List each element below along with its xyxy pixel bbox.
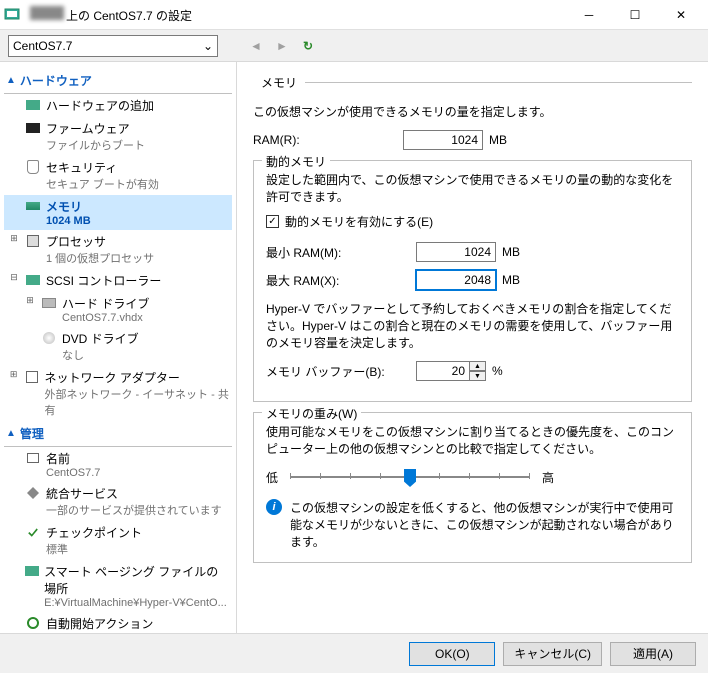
sidebar-item-add-hardware[interactable]: ハードウェアの追加 (4, 94, 232, 117)
buffer-spinner[interactable]: ▲▼ (416, 361, 486, 381)
cpu-icon (24, 233, 42, 249)
collapse-icon[interactable]: ⊟ (8, 272, 20, 283)
min-ram-input[interactable] (416, 242, 496, 262)
scsi-icon (24, 272, 42, 288)
apply-button[interactable]: 適用(A) (610, 642, 696, 666)
minimize-button[interactable]: ─ (566, 0, 612, 30)
expand-icon[interactable]: ⊞ (24, 295, 36, 306)
section-management[interactable]: ▲ 管理 (4, 421, 232, 447)
hdd-icon (40, 295, 58, 311)
slider-high-label: 高 (542, 469, 554, 486)
sidebar-item-scsi[interactable]: ⊟ SCSI コントローラー (4, 269, 232, 292)
titlebar: 上の CentOS7.7 の設定 ─ ☐ ✕ (0, 0, 708, 30)
nav-forward-button[interactable]: ► (272, 36, 292, 56)
nav-back-button[interactable]: ◄ (246, 36, 266, 56)
sidebar-item-security[interactable]: セキュリティセキュア ブートが有効 (4, 156, 232, 195)
firmware-icon (24, 120, 42, 136)
sidebar-item-autostart[interactable]: 自動開始アクション前に実行されていた場合に再開 (4, 612, 232, 633)
ok-button[interactable]: OK(O) (409, 642, 495, 666)
max-ram-label: 最大 RAM(X): (266, 272, 416, 289)
sidebar-item-hdd[interactable]: ⊞ ハード ドライブCentOS7.7.vhdx (4, 292, 232, 327)
buffer-label: メモリ バッファー(B): (266, 363, 416, 380)
slider-thumb[interactable] (404, 469, 416, 487)
slider-low-label: 低 (266, 469, 278, 486)
memory-weight-info: この仮想マシンの設定を低くすると、他の仮想マシンが実行中で使用可能なメモリが少な… (290, 499, 679, 550)
shield-icon (24, 159, 42, 175)
maximize-button[interactable]: ☐ (612, 0, 658, 30)
toolbar: CentOS7.7 ⌄ ◄ ► ↻ (0, 30, 708, 62)
memory-weight-legend: メモリの重み(W) (262, 405, 361, 422)
section-hardware[interactable]: ▲ ハードウェア (4, 68, 232, 94)
sidebar-item-network[interactable]: ⊞ ネットワーク アダプター外部ネットワーク - イーサネット - 共有 (4, 366, 232, 421)
memory-weight-group: メモリの重み(W) 使用可能なメモリをこの仮想マシンに割り当てるときの優先度を、… (253, 412, 692, 563)
paging-icon (23, 563, 40, 579)
sidebar-item-processor[interactable]: ⊞ プロセッサ1 個の仮想プロセッサ (4, 230, 232, 269)
ram-label: RAM(R): (253, 133, 403, 147)
dynamic-memory-desc: 設定した範囲内で、この仮想マシンで使用できるメモリの量の動的な変化を許可できます… (266, 171, 679, 205)
name-icon (24, 450, 42, 466)
dvd-icon (40, 330, 58, 346)
dynamic-memory-legend: 動的メモリ (262, 153, 330, 170)
ram-unit: MB (489, 133, 507, 147)
spinner-down[interactable]: ▼ (470, 371, 486, 381)
sidebar-item-name[interactable]: 名前CentOS7.7 (4, 447, 232, 482)
close-button[interactable]: ✕ (658, 0, 704, 30)
panel-description: この仮想マシンが使用できるメモリの量を指定します。 (253, 103, 692, 120)
memory-weight-slider[interactable] (290, 465, 530, 489)
dynamic-memory-group: 動的メモリ 設定した範囲内で、この仮想マシンで使用できるメモリの量の動的な変化を… (253, 160, 692, 402)
sidebar-item-integration[interactable]: 統合サービス一部のサービスが提供されています (4, 482, 232, 521)
memory-icon (24, 198, 42, 214)
buffer-input[interactable] (416, 361, 470, 381)
footer: OK(O) キャンセル(C) 適用(A) (0, 633, 708, 673)
vm-selector[interactable]: CentOS7.7 ⌄ (8, 35, 218, 57)
spinner-up[interactable]: ▲ (470, 361, 486, 371)
sidebar: ▲ ハードウェア ハードウェアの追加 ファームウェアファイルからブート セキュリ… (0, 62, 236, 633)
vm-selector-value: CentOS7.7 (13, 39, 72, 53)
enable-dynamic-checkbox[interactable]: ✓ (266, 215, 279, 228)
sidebar-item-checkpoint[interactable]: チェックポイント標準 (4, 521, 232, 560)
refresh-button[interactable]: ↻ (298, 36, 318, 56)
collapse-icon: ▲ (6, 428, 16, 439)
services-icon (24, 485, 42, 501)
app-icon (4, 7, 24, 23)
info-icon: i (266, 499, 282, 515)
checkpoint-icon (24, 524, 42, 540)
cancel-button[interactable]: キャンセル(C) (503, 642, 602, 666)
content-panel: メモリ この仮想マシンが使用できるメモリの量を指定します。 RAM(R): MB… (236, 62, 708, 633)
chevron-down-icon: ⌄ (203, 39, 213, 53)
sidebar-item-paging[interactable]: スマート ページング ファイルの場所E:¥VirtualMachine¥Hype… (4, 560, 232, 612)
expand-icon[interactable]: ⊞ (8, 233, 20, 244)
autostart-icon (24, 615, 42, 631)
memory-weight-desc: 使用可能なメモリをこの仮想マシンに割り当てるときの優先度を、このコンピューター上… (266, 423, 679, 457)
window-title: 上の CentOS7.7 の設定 (30, 6, 566, 24)
expand-icon[interactable]: ⊞ (8, 369, 19, 380)
sidebar-item-dvd[interactable]: DVD ドライブなし (4, 327, 232, 366)
collapse-icon: ▲ (6, 75, 16, 86)
min-ram-label: 最小 RAM(M): (266, 244, 416, 261)
max-ram-input[interactable] (416, 270, 496, 290)
buffer-desc: Hyper-V でバッファーとして予約しておくべきメモリの割合を指定してください… (266, 300, 679, 351)
panel-title: メモリ (261, 74, 297, 91)
enable-dynamic-label: 動的メモリを有効にする(E) (285, 213, 433, 230)
ram-input[interactable] (403, 130, 483, 150)
network-icon (23, 369, 40, 385)
sidebar-item-firmware[interactable]: ファームウェアファイルからブート (4, 117, 232, 156)
sidebar-item-memory[interactable]: メモリ1024 MB (4, 195, 232, 230)
